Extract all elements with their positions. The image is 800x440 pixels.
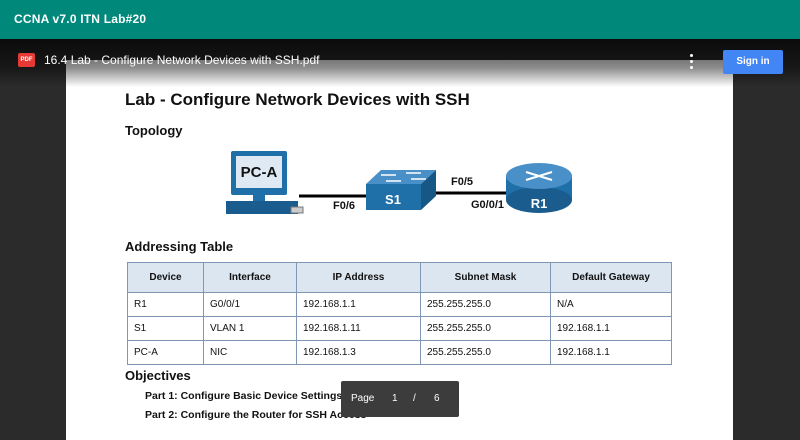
cell-default-gateway: N/A [550,292,672,317]
page-label: Page [351,393,375,404]
document-title: Lab - Configure Network Devices with SSH [125,90,470,109]
addressing-heading: Addressing Table [125,239,234,254]
cell-default-gateway: 192.168.1.1 [550,316,672,341]
page-current[interactable]: 1 [392,393,398,404]
cell-subnet-mask: 255.255.255.0 [420,316,551,341]
col-ip-address: IP Address [296,262,421,293]
table-header-row: Device Interface IP Address Subnet Mask … [127,262,672,293]
page-total: 6 [434,393,440,404]
app-top-bar: CCNA v7.0 ITN Lab#20 [0,0,800,39]
col-subnet-mask: Subnet Mask [420,262,551,293]
cell-device: R1 [127,292,204,317]
col-interface: Interface [203,262,297,293]
switch-icon [366,170,436,210]
table-row: S1 VLAN 1 192.168.1.11 255.255.255.0 192… [127,316,672,341]
pc-icon [226,151,304,214]
cell-subnet-mask: 255.255.255.0 [420,340,551,365]
cell-interface: NIC [203,340,297,365]
cell-ip-address: 192.168.1.3 [296,340,421,365]
port-g0-0-1: G0/0/1 [471,199,504,211]
col-default-gateway: Default Gateway [550,262,672,293]
pdf-icon: PDF [18,53,35,67]
file-name: 16.4 Lab - Configure Network Devices wit… [44,53,320,67]
cell-default-gateway: 192.168.1.1 [550,340,672,365]
cell-interface: G0/0/1 [203,292,297,317]
page-separator: / [413,393,416,404]
page-indicator[interactable]: Page 1 / 6 [341,381,459,417]
cell-subnet-mask: 255.255.255.0 [420,292,551,317]
port-f0-5: F0/5 [451,176,473,188]
objective-part-1: Part 1: Configure Basic Device Settings [145,390,343,402]
cell-ip-address: 192.168.1.1 [296,292,421,317]
cell-device: PC-A [127,340,204,365]
pdf-viewer-header: PDF 16.4 Lab - Configure Network Devices… [0,39,800,87]
port-f0-6: F0/6 [333,200,355,212]
table-row: R1 G0/0/1 192.168.1.1 255.255.255.0 N/A [127,292,672,317]
more-vert-icon[interactable] [684,52,700,70]
switch-label: S1 [385,192,401,207]
table-row: PC-A NIC 192.168.1.3 255.255.255.0 192.1… [127,340,672,365]
col-device: Device [127,262,204,293]
pc-label: PC-A [241,164,278,181]
router-label: R1 [531,196,548,211]
topology-diagram: PC-A S1 R1 F0/6 F0/5 G0/0/1 [226,151,572,214]
topology-heading: Topology [125,123,183,138]
cell-ip-address: 192.168.1.11 [296,316,421,341]
cell-interface: VLAN 1 [203,316,297,341]
objectives-heading: Objectives [125,368,191,383]
addressing-table: Device Interface IP Address Subnet Mask … [127,262,672,365]
objective-part-2: Part 2: Configure the Router for SSH Acc… [145,409,367,421]
app-title: CCNA v7.0 ITN Lab#20 [14,12,147,26]
sign-in-button[interactable]: Sign in [723,50,783,74]
cell-device: S1 [127,316,204,341]
